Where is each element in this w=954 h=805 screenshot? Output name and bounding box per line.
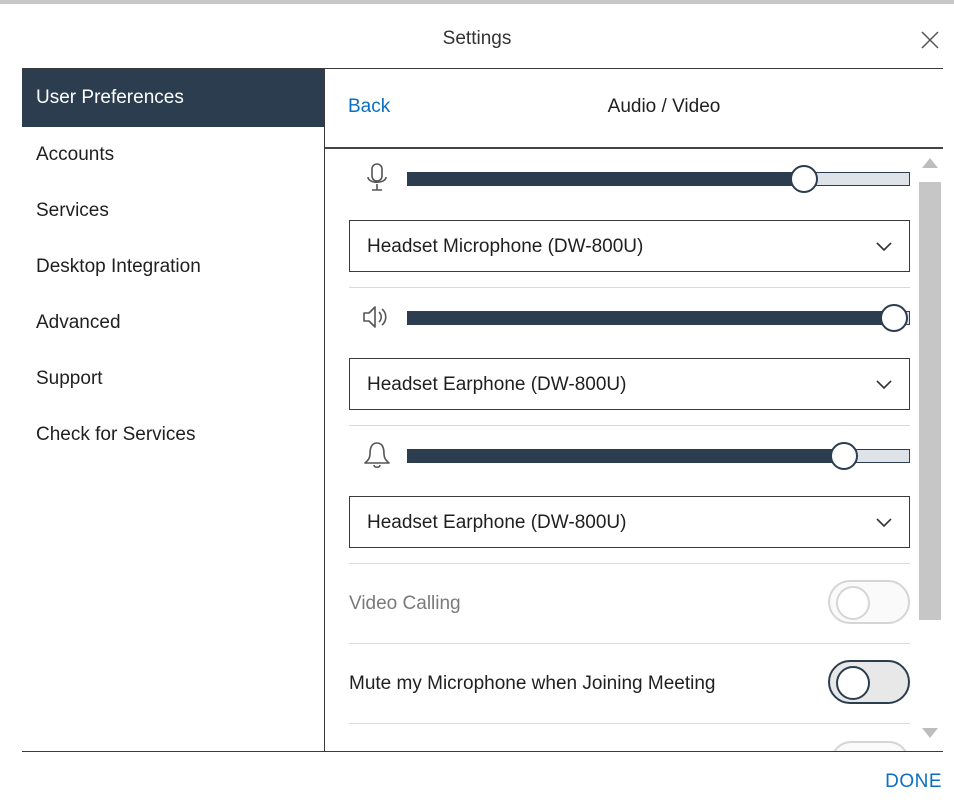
scroll-up-arrow-icon[interactable] — [922, 158, 938, 168]
scrollbar-thumb[interactable] — [919, 182, 941, 620]
ringer-device-select[interactable]: Headset Earphone (DW-800U) — [349, 496, 910, 548]
ringer-volume-slider[interactable] — [407, 442, 910, 470]
done-button[interactable]: DONE — [885, 771, 942, 793]
panel-title: Audio / Video — [607, 96, 721, 117]
sidebar-item-check-for-services[interactable]: Check for Services — [22, 407, 324, 463]
speaker-device-select[interactable]: Headset Earphone (DW-800U) — [349, 358, 910, 410]
microphone-volume-slider[interactable] — [407, 165, 910, 193]
panel-header-divider — [325, 147, 943, 149]
video-calling-row: Video Calling — [349, 578, 910, 628]
mute-on-join-toggle[interactable] — [828, 660, 910, 704]
sidebar-item-support[interactable]: Support — [22, 351, 324, 407]
microphone-icon — [361, 162, 393, 194]
chevron-down-icon — [873, 511, 895, 533]
speaker-device-value: Headset Earphone (DW-800U) — [367, 374, 627, 395]
ringer-volume-fill — [408, 450, 844, 462]
speaker-volume-thumb[interactable] — [879, 304, 908, 332]
microphone-volume-thumb[interactable] — [789, 165, 818, 193]
ringer-volume-thumb[interactable] — [829, 442, 858, 470]
close-icon — [921, 31, 939, 49]
speaker-volume-fill — [408, 312, 894, 324]
row-divider — [349, 425, 910, 426]
video-calling-toggle[interactable] — [828, 580, 910, 624]
chevron-down-icon — [873, 235, 895, 257]
speaker-volume-slider[interactable] — [407, 304, 910, 332]
microphone-device-value: Headset Microphone (DW-800U) — [367, 236, 644, 257]
chevron-down-icon — [873, 373, 895, 395]
microphone-device-select[interactable]: Headset Microphone (DW-800U) — [349, 220, 910, 272]
settings-sidebar: User Preferences Accounts Services Deskt… — [22, 69, 324, 463]
panel-header: Back Audio / Video — [325, 69, 943, 147]
panel-scrollbar[interactable] — [916, 156, 944, 746]
speaker-icon — [361, 301, 393, 333]
speaker-volume-row — [355, 297, 910, 337]
video-calling-label: Video Calling — [349, 593, 461, 614]
mute-on-join-label: Mute my Microphone when Joining Meeting — [349, 673, 716, 694]
row-divider — [349, 287, 910, 288]
sidebar-item-user-preferences[interactable]: User Preferences — [22, 69, 324, 127]
sidebar-item-accounts[interactable]: Accounts — [22, 127, 324, 183]
sidebar-item-advanced[interactable]: Advanced — [22, 295, 324, 351]
microphone-volume-fill — [408, 173, 804, 185]
row-divider — [349, 723, 910, 724]
close-button[interactable] — [918, 28, 942, 52]
scroll-down-arrow-icon[interactable] — [922, 728, 938, 738]
mute-on-join-row: Mute my Microphone when Joining Meeting — [349, 658, 910, 708]
ringer-volume-row — [355, 435, 910, 475]
sidebar-divider — [324, 69, 325, 751]
dialog-title: Settings — [442, 28, 512, 49]
toggle-knob — [836, 586, 870, 620]
ringer-device-value: Headset Earphone (DW-800U) — [367, 512, 627, 533]
row-divider — [349, 643, 910, 644]
microphone-volume-row — [355, 158, 910, 198]
sidebar-item-services[interactable]: Services — [22, 183, 324, 239]
bell-icon — [361, 439, 393, 471]
row-divider — [349, 563, 910, 564]
sidebar-item-desktop-integration[interactable]: Desktop Integration — [22, 239, 324, 295]
toggle-knob — [836, 666, 870, 700]
footer-divider — [22, 751, 943, 752]
window-top-border — [0, 0, 954, 4]
partially-visible-toggle[interactable] — [831, 741, 909, 751]
